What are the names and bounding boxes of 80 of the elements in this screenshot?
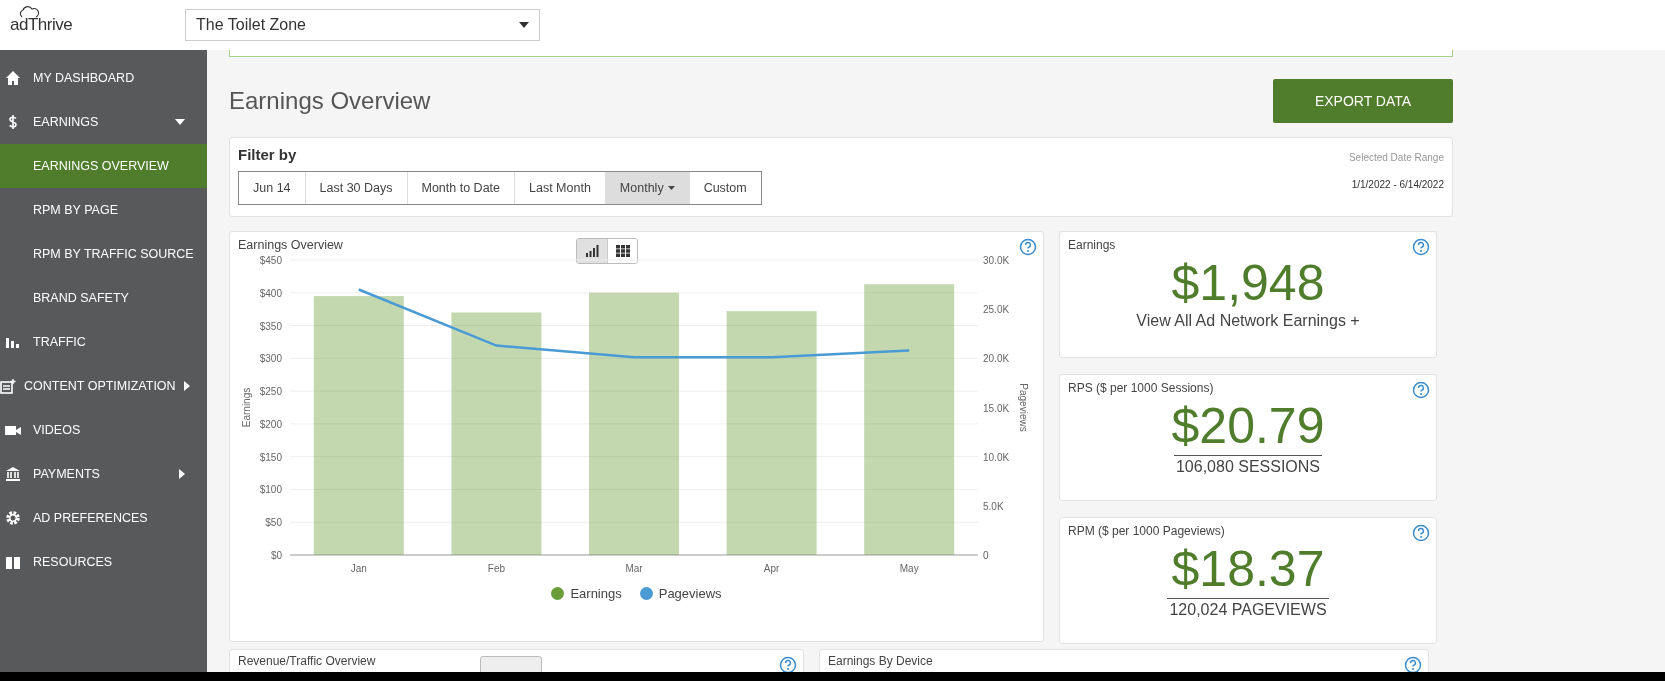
axis-tick-label: $150 [259,451,282,463]
page-title: Earnings Overview [229,87,431,115]
sidebar-item[interactable]: EARNINGS [0,100,207,144]
stat-value: $20.79 [1171,397,1325,455]
sidebar-subitem[interactable]: BRAND SAFETY [0,276,207,320]
earnings-link[interactable]: View All Ad Network Earnings + [1136,312,1360,330]
axis-tick-label: $450 [259,255,282,266]
caret-icon [183,381,190,391]
sidebar-subitem[interactable]: EARNINGS OVERVIEW [0,144,207,188]
stat-subtitle: 120,024 PAGEVIEWS [1167,598,1329,619]
sidebar-item[interactable]: AD PREFERENCES [0,496,207,540]
axis-tick-label: $200 [259,418,282,430]
axis-tick-label: $350 [259,320,282,332]
axis-tick-label: Apr [763,563,780,574]
axis-tick-label: 10.0K [983,451,1010,463]
stat-value: $18.37 [1171,540,1325,598]
sidebar-subitem[interactable]: RPM BY TRAFFIC SOURCE [0,232,207,276]
settings-icon [4,510,21,526]
cloud-icon [18,5,40,19]
help-icon[interactable] [1412,381,1430,399]
axis-tick-label: $250 [259,386,282,398]
stat-subtitle: 106,080 SESSIONS [1173,455,1323,476]
axis-tick-label: Feb [487,563,505,574]
sidebar-item[interactable]: MY DASHBOARD [0,56,207,100]
logo[interactable]: adThrive [10,15,73,35]
axis-tick-label: 0 [983,550,989,561]
site-select[interactable]: The Toilet Zone [185,9,540,41]
axis-tick-label: $0 [270,550,282,561]
axis-tick-label: 5.0K [983,500,1004,512]
bar-chart-toggle[interactable] [577,239,607,263]
axis-tick-label: 15.0K [983,402,1010,414]
filter-button[interactable]: Monthly [604,172,689,204]
axis-tick-label: $100 [259,484,282,496]
help-icon[interactable] [1404,656,1422,672]
help-icon[interactable] [1412,524,1430,542]
sidebar-item[interactable]: PAYMENTS [0,452,207,496]
legend-label: Pageviews [658,586,722,601]
help-icon[interactable] [1412,238,1430,256]
bar-chart-icon [585,245,599,257]
filter-title: Filter by [238,146,298,163]
legend-label: Earnings [570,586,622,601]
document-icon [0,378,16,394]
grid-icon [615,245,630,257]
axis-tick-label: $400 [259,287,282,299]
grid-toggle[interactable] [607,239,637,263]
sidebar-item[interactable]: VIDEOS [0,408,207,452]
sidebar-item[interactable]: RESOURCES [0,540,207,584]
help-icon[interactable] [779,656,797,672]
caret-icon [179,469,185,479]
sidebar-subitem[interactable]: RPM BY PAGE [0,188,207,232]
axis-tick-label: 20.0K [983,353,1010,365]
home-icon [4,70,21,86]
book-icon [4,554,21,570]
axis-tick-label: $50 [265,517,282,529]
card-title: Revenue/Traffic Overview [238,654,376,668]
card-title: Earnings [1068,238,1116,252]
axis-tick-label: $300 [259,353,282,365]
date-range: 1/1/2022 - 6/14/2022 [1351,179,1444,190]
axis-tick-label: May [899,563,919,574]
help-icon[interactable] [1019,238,1037,256]
stat-value: $1,948 [1171,254,1325,312]
export-button[interactable]: EXPORT DATA [1273,79,1453,123]
sidebar-item[interactable]: CONTENT OPTIMIZATION [0,364,207,408]
bank-icon [4,466,21,482]
caret-icon [519,22,529,28]
card-title: Earnings By Device [828,654,933,668]
view-toggle[interactable] [480,656,542,672]
card-title: RPM ($ per 1000 Pageviews) [1068,524,1225,538]
caret-icon [175,119,185,125]
axis-tick-label: Mar [625,563,643,574]
axis-tick-label: Jan [350,563,367,574]
card-title: RPS ($ per 1000 Sessions) [1068,381,1214,395]
axis-title: Pageviews [1018,383,1028,432]
axis-tick-label: 25.0K [983,304,1010,316]
date-range-label: Selected Date Range [1348,152,1444,163]
axis-title: Earnings [241,387,252,428]
card-title: Earnings Overview [238,238,343,252]
axis-tick-label: 30.0K [983,255,1010,266]
caret-icon [667,186,675,190]
sidebar-item[interactable]: TRAFFIC [0,320,207,364]
